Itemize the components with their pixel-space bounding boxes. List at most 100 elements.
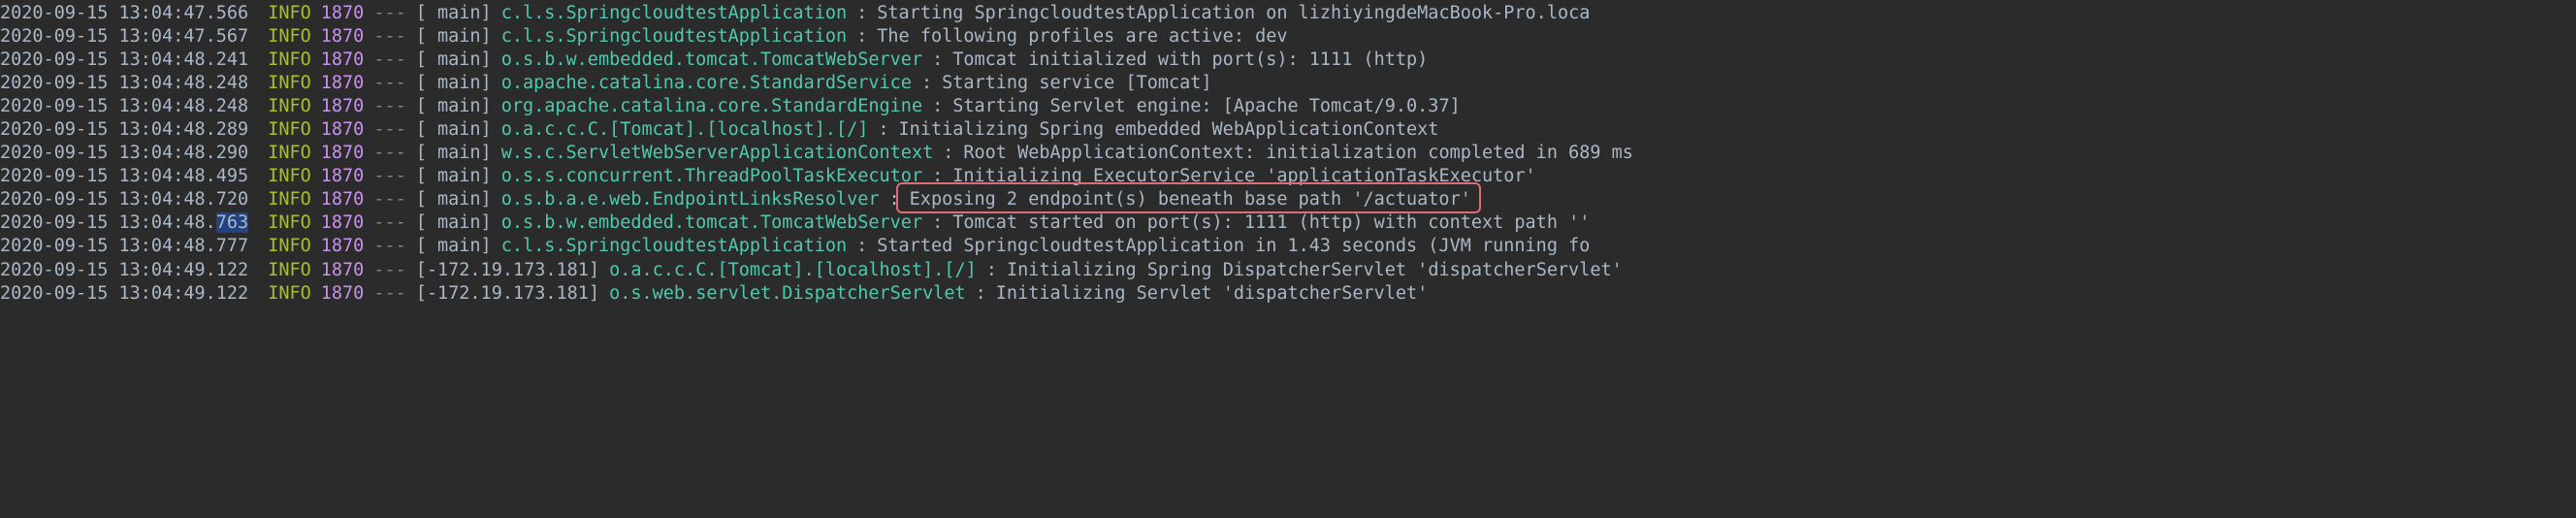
log-line[interactable]: 2020-09-15 13:04:48.248INFO1870---[ main… [0,72,2576,95]
log-pid: 1870 [321,211,365,235]
log-colon: : [976,282,986,306]
log-message: Root WebApplicationContext: initializati… [963,142,1633,165]
log-message: Initializing ExecutorService 'applicatio… [952,165,1535,188]
log-level: INFO [268,25,311,49]
log-thread: [ main] [416,95,492,118]
log-separator: --- [373,25,405,49]
log-level: INFO [268,142,311,165]
log-colon: : [889,188,900,211]
log-separator: --- [373,142,405,165]
log-line[interactable]: 2020-09-15 13:04:48.495INFO1870---[ main… [0,165,2576,188]
log-colon: : [856,235,867,258]
log-colon: : [932,49,943,72]
log-separator: --- [373,49,405,72]
log-message: Initializing Servlet 'dispatcherServlet' [996,282,1429,306]
log-message: Starting Servlet engine: [Apache Tomcat/… [952,95,1460,118]
log-line[interactable]: 2020-09-15 13:04:47.566INFO1870---[ main… [0,2,2576,25]
log-timestamp: 2020-09-15 13:04:48.495 [0,165,248,188]
log-pid: 1870 [321,118,365,142]
log-line[interactable]: 2020-09-15 13:04:49.122INFO1870---[-172.… [0,282,2576,306]
log-line[interactable]: 2020-09-15 13:04:48.777 INFO 1870 --- [ main… [0,235,2576,258]
log-line[interactable]: 2020-09-15 13:04:48.289INFO1870---[ main… [0,118,2576,142]
log-thread: [ main] [416,49,492,72]
log-logger: org.apache.catalina.core.StandardEngine [501,95,922,118]
log-message: Tomcat started on port(s): 1111 (http) w… [952,211,1590,235]
log-thread: [ main] [416,165,492,188]
log-pid: 1870 [321,259,365,282]
log-thread: [ main] [416,72,492,95]
log-message: Starting SpringcloudtestApplication on l… [877,2,1590,25]
log-separator: --- [373,235,405,258]
log-logger: o.apache.catalina.core.StandardService [501,72,912,95]
log-pid: 1870 [321,282,365,306]
log-message: Initializing Spring embedded WebApplicat… [899,118,1439,142]
log-message: Initializing Spring DispatcherServlet 'd… [1007,259,1623,282]
log-pid: 1870 [321,235,365,258]
log-message: Started SpringcloudtestApplication in 1.… [877,235,1590,258]
log-thread: [ main] [416,211,492,235]
log-thread: [ main] [416,25,492,49]
log-timestamp: 2020-09-15 13:04:48.763 [0,211,248,235]
log-colon: : [943,142,953,165]
log-pid: 1870 [321,2,365,25]
log-line[interactable]: 2020-09-15 13:04:48.763INFO1870---[ main… [0,211,2576,235]
log-line[interactable]: 2020-09-15 13:04:48.241 INFO 1870 --- [ main… [0,49,2576,72]
log-logger: o.s.s.concurrent.ThreadPoolTaskExecutor [501,165,922,188]
log-timestamp: 2020-09-15 13:04:48.720 [0,188,248,211]
log-line[interactable]: 2020-09-15 13:04:49.122INFO1870---[-172.… [0,259,2576,282]
log-thread: [ main] [416,118,492,142]
log-colon: : [856,25,867,49]
log-timestamp: 2020-09-15 13:04:49.122 [0,282,248,306]
log-line[interactable]: 2020-09-15 13:04:48.248INFO1870---[ main… [0,95,2576,118]
log-level: INFO [268,235,311,258]
log-timestamp: 2020-09-15 13:04:48.241 [0,49,248,72]
log-logger: c.l.s.SpringcloudtestApplication [501,2,847,25]
log-logger: o.s.b.w.embedded.tomcat.TomcatWebServer [501,211,922,235]
log-logger: o.s.b.w.embedded.tomcat.TomcatWebServer [501,49,922,72]
log-colon: : [856,2,867,25]
log-message: Tomcat initialized with port(s): 1111 (h… [952,49,1428,72]
log-line[interactable]: 2020-09-15 13:04:48.290INFO1870---[ main… [0,142,2576,165]
log-logger: c.l.s.SpringcloudtestApplication [501,235,847,258]
log-pid: 1870 [321,25,365,49]
log-separator: --- [373,165,405,188]
log-level: INFO [268,49,311,72]
log-level: INFO [268,95,311,118]
log-level: INFO [268,2,311,25]
log-colon: : [932,95,943,118]
log-level: INFO [268,211,311,235]
log-colon: : [986,259,997,282]
log-line[interactable]: 2020-09-15 13:04:47.567 INFO 1870 --- [ main… [0,25,2576,49]
log-thread: [ main] [416,235,492,258]
log-timestamp: 2020-09-15 13:04:48.777 [0,235,248,258]
log-separator: --- [373,282,405,306]
log-colon: : [932,211,943,235]
log-level: INFO [268,165,311,188]
log-thread: [ main] [416,142,492,165]
log-timestamp: 2020-09-15 13:04:48.248 [0,72,248,95]
log-timestamp: 2020-09-15 13:04:47.567 [0,25,248,49]
log-thread: [-172.19.173.181] [416,282,599,306]
log-logger: o.s.web.servlet.DispatcherServlet [609,282,966,306]
log-message: The following profiles are active: dev [877,25,1287,49]
log-separator: --- [373,2,405,25]
log-level: INFO [268,188,311,211]
log-level: INFO [268,72,311,95]
log-timestamp: 2020-09-15 13:04:49.122 [0,259,248,282]
log-thread: [ main] [416,2,492,25]
log-line[interactable]: 2020-09-15 13:04:48.720INFO1870---[ main… [0,188,2576,211]
log-pid: 1870 [321,49,365,72]
log-message: Starting service [Tomcat] [942,72,1211,95]
log-logger: o.a.c.c.C.[Tomcat].[localhost].[/] [609,259,977,282]
log-message: Exposing 2 endpoint(s) beneath base path… [910,188,1471,211]
log-colon: : [878,118,888,142]
log-thread: [-172.19.173.181] [416,259,599,282]
log-separator: --- [373,259,405,282]
log-logger: o.s.b.a.e.web.EndpointLinksResolver [501,188,880,211]
log-separator: --- [373,72,405,95]
log-timestamp: 2020-09-15 13:04:48.248 [0,95,248,118]
log-logger: o.a.c.c.C.[Tomcat].[localhost].[/] [501,118,869,142]
log-output-container: 2020-09-15 13:04:47.566INFO1870---[ main… [0,2,2576,306]
log-separator: --- [373,118,405,142]
log-separator: --- [373,95,405,118]
